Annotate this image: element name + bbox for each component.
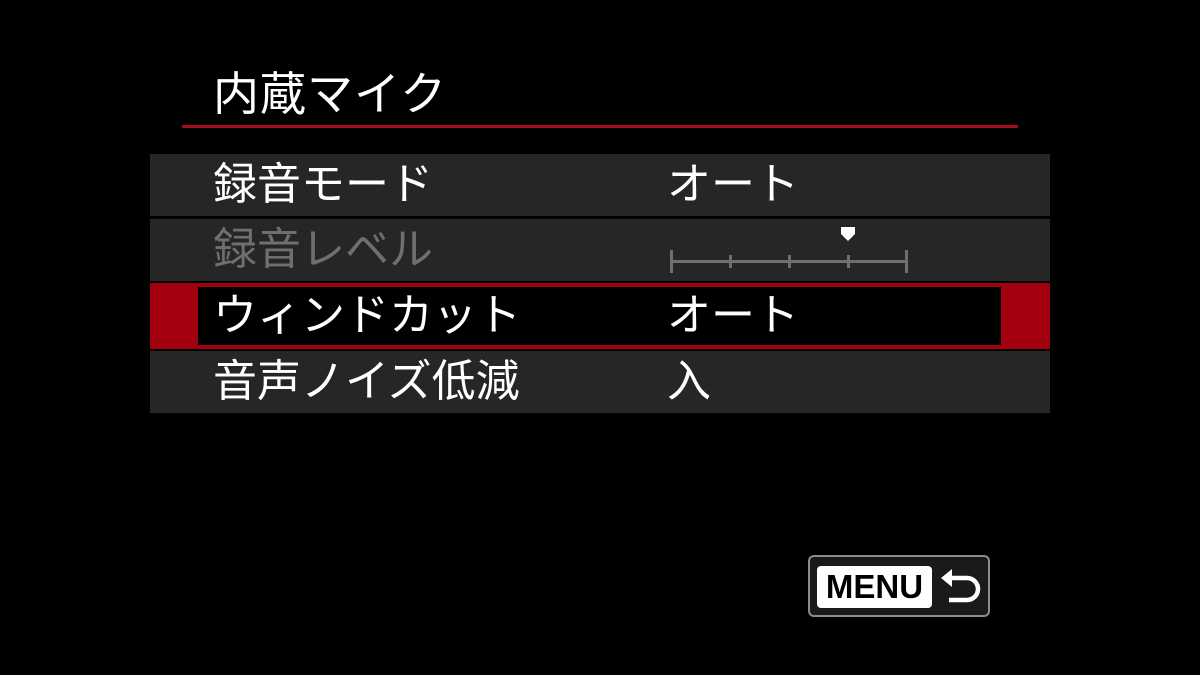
menu-item-recording-mode[interactable]: 録音モード オート — [150, 154, 1050, 216]
level-meter-tick — [729, 255, 732, 268]
menu-item-label: ウィンドカット — [213, 290, 521, 341]
title-divider — [182, 125, 1018, 128]
recording-level-meter — [667, 227, 911, 275]
menu-item-wind-cut[interactable]: ウィンドカット オート — [150, 283, 1050, 349]
menu-item-value: 入 — [667, 356, 711, 407]
return-arrow-icon — [941, 569, 981, 603]
menu-item-label: 音声ノイズ低減 — [213, 356, 520, 407]
menu-item-recording-level: 録音レベル — [150, 219, 1050, 281]
menu-item-value: オート — [667, 159, 799, 210]
level-meter-tick — [788, 255, 791, 268]
menu-item-noise-reduction[interactable]: 音声ノイズ低減 入 — [150, 351, 1050, 413]
menu-item-label: 録音モード — [213, 159, 433, 210]
level-meter-tick — [905, 250, 908, 273]
menu-item-value: オート — [667, 290, 799, 341]
menu-back-button[interactable]: MENU — [808, 555, 990, 617]
menu-item-label: 録音レベル — [213, 224, 433, 275]
menu-list: 録音モード オート 録音レベル ウィンドカット オート 音声ノイズ低減 入 — [150, 154, 1050, 416]
level-meter-tick — [670, 250, 673, 273]
level-meter-tick — [847, 255, 850, 268]
level-marker-icon — [841, 227, 855, 241]
menu-button-label: MENU — [817, 566, 932, 608]
page-title: 内蔵マイク — [213, 67, 448, 121]
